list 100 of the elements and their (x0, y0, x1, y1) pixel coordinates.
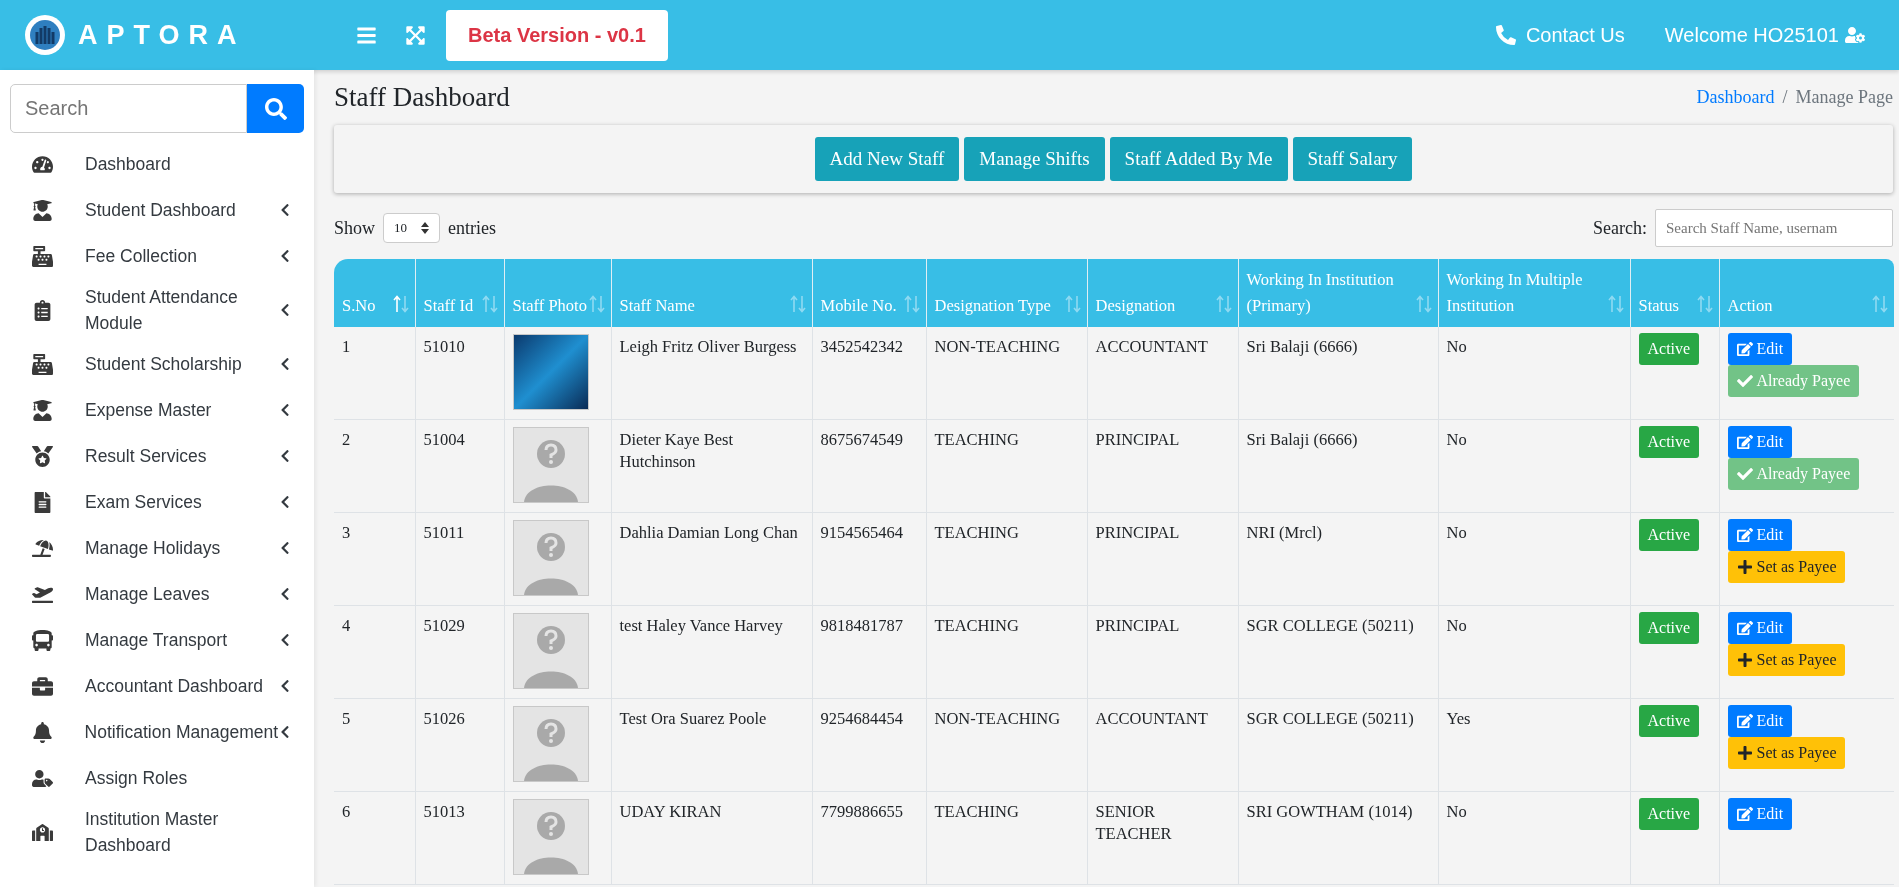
table-search-field[interactable]: Search Staff Name, usernam (1655, 209, 1893, 247)
table-cell: 51011 (415, 512, 504, 606)
status-button[interactable]: Active (1638, 426, 1700, 458)
page-size-select[interactable]: 10 (383, 213, 440, 243)
status-button[interactable]: Active (1638, 705, 1700, 737)
breadcrumb-link[interactable]: Dashboard (1696, 87, 1775, 108)
edit-button[interactable]: Edit (1727, 612, 1793, 644)
table-cell: PRINCIPAL (1087, 605, 1238, 699)
status-button[interactable]: Active (1638, 519, 1700, 551)
menu-item-icon (32, 445, 53, 467)
brand-name: APTORA (78, 19, 246, 51)
edit-button[interactable]: Edit (1727, 705, 1793, 737)
table-cell: Sri Balaji (6666) (1238, 419, 1438, 513)
status-button[interactable]: Active (1638, 798, 1700, 830)
column-header[interactable]: Working In Multiple Institution (1438, 259, 1630, 327)
sidebar-item[interactable]: Expense Master (10, 387, 304, 433)
set-as-payee-button[interactable]: Set as Payee (1727, 644, 1846, 676)
table-cell: 1 (334, 327, 415, 420)
menu-item-icon (32, 153, 53, 175)
column-header[interactable]: Designation Type (926, 259, 1087, 327)
edit-button[interactable]: Edit (1727, 798, 1793, 830)
column-header[interactable]: S.No (334, 259, 415, 327)
edit-icon (1736, 341, 1753, 357)
user-settings-icon[interactable] (1845, 25, 1865, 45)
sidebar-item[interactable]: Exam Services (10, 479, 304, 525)
edit-button[interactable]: Edit (1727, 426, 1793, 458)
column-header[interactable]: Mobile No. (812, 259, 926, 327)
status-button[interactable]: Active (1638, 612, 1700, 644)
set-as-payee-button[interactable]: Set as Payee (1727, 737, 1846, 769)
table-cell: Yes (1438, 698, 1630, 792)
table-cell: SGR COLLEGE (50211) (1238, 698, 1438, 792)
already-payee-button[interactable]: Already Payee (1727, 458, 1860, 490)
welcome-text: Welcome HO25101 (1664, 23, 1839, 47)
check-icon (1736, 466, 1753, 482)
action-button[interactable]: Staff Added By Me (1109, 137, 1288, 181)
action-button[interactable]: Add New Staff (814, 137, 960, 181)
show-label: Show (334, 217, 375, 239)
table-cell: 4 (334, 605, 415, 699)
table-cell: No (1438, 605, 1630, 699)
menu-item-icon (32, 245, 53, 267)
table-cell: 8675674549 (812, 419, 926, 513)
search-label: Search: (1593, 217, 1647, 239)
sidebar-item[interactable]: Assign Roles (10, 755, 304, 801)
column-header[interactable]: Working In Institution (Primary) (1238, 259, 1438, 327)
sidebar-item[interactable]: Notification Management (10, 709, 304, 755)
action-button[interactable]: Manage Shifts (964, 137, 1105, 181)
menu-item-icon (32, 299, 53, 321)
contact-link[interactable]: Contact Us (1495, 23, 1625, 47)
table-cell: 3452542342 (812, 327, 926, 420)
column-header[interactable]: Staff Id (415, 259, 504, 327)
table-cell: 9818481787 (812, 605, 926, 699)
menu-item-icon (32, 629, 53, 651)
already-payee-button[interactable]: Already Payee (1727, 365, 1860, 397)
edit-icon (1736, 620, 1753, 636)
search-button[interactable] (247, 84, 304, 133)
table-cell: 9254684454 (812, 698, 926, 792)
table-cell: TEACHING (926, 419, 1087, 513)
menu-item-icon (32, 821, 53, 843)
sidebar-item[interactable]: Dashboard (10, 141, 304, 187)
sidebar-item[interactable]: Manage Leaves (10, 571, 304, 617)
sidebar-item[interactable]: Student Dashboard (10, 187, 304, 233)
column-header[interactable]: Designation (1087, 259, 1238, 327)
menu-item-icon (32, 675, 53, 697)
sidebar-item[interactable]: Institution Master Dashboard (10, 801, 304, 863)
sidebar-item[interactable]: Student Attendance Module (10, 279, 304, 341)
action-button[interactable]: Staff Salary (1292, 137, 1413, 181)
column-header[interactable]: Action (1719, 259, 1894, 327)
column-header[interactable]: Status (1630, 259, 1719, 327)
sidebar-item[interactable]: Accountant Dashboard (10, 663, 304, 709)
table-cell: NON-TEACHING (926, 698, 1087, 792)
table-cell: ACCOUNTANT (1087, 698, 1238, 792)
plus-icon (1736, 559, 1753, 575)
table-cell: Leigh Fritz Oliver Burgess (611, 327, 812, 420)
column-header[interactable]: Staff Name (611, 259, 812, 327)
table-cell: 7799886655 (812, 791, 926, 885)
table-cell: test Haley Vance Harvey (611, 605, 812, 699)
table-cell: No (1438, 512, 1630, 606)
edit-icon (1736, 806, 1753, 822)
table-cell: 3 (334, 512, 415, 606)
table-cell: TEACHING (926, 605, 1087, 699)
column-header[interactable]: Staff Photo (504, 259, 611, 327)
set-as-payee-button[interactable]: Set as Payee (1727, 551, 1846, 583)
table-cell: Dahlia Damian Long Chan (611, 512, 812, 606)
table-cell: SRI GOWTHAM (1014) (1238, 791, 1438, 885)
sidebar-item[interactable]: Fee Collection (10, 233, 304, 279)
edit-button[interactable]: Edit (1727, 333, 1793, 365)
status-button[interactable]: Active (1638, 333, 1700, 365)
search-field[interactable]: Search (10, 84, 247, 133)
edit-icon (1736, 434, 1753, 450)
table-cell: ACCOUNTANT (1087, 327, 1238, 420)
updown-caret-icon (421, 222, 429, 234)
sidebar-item[interactable]: Result Services (10, 433, 304, 479)
sidebar-item[interactable]: Manage Holidays (10, 525, 304, 571)
table-cell: NRI (Mrcl) (1238, 512, 1438, 606)
menu-item-icon (32, 491, 53, 513)
entries-label: entries (448, 217, 496, 239)
edit-button[interactable]: Edit (1727, 519, 1793, 551)
sidebar-item[interactable]: Student Scholarship (10, 341, 304, 387)
sidebar-item[interactable]: Manage Transport (10, 617, 304, 663)
menu-item-icon (32, 721, 53, 743)
